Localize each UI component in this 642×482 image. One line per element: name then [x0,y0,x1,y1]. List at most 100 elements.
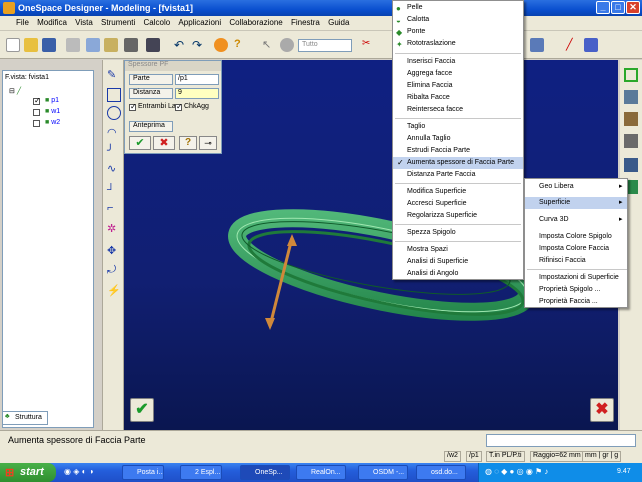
redo-icon[interactable]: ↷ [192,38,206,52]
menu-item-spezza-spigolo[interactable]: Spezza Spigolo [393,227,523,239]
rectangle-icon[interactable] [107,88,121,102]
menu-item-elimina-faccia[interactable]: Elimina Faccia [393,80,523,92]
rotate-icon[interactable]: ⤾ [107,264,121,278]
pin-icon[interactable]: ⊸ [199,136,217,150]
submenu-item-colore-faccia[interactable]: Imposta Colore Faccia [525,243,627,255]
confirm-check-icon[interactable]: ✔ [129,136,151,150]
menu-item-inserisci-faccia[interactable]: Inserisci Faccia [393,56,523,68]
menu-item-aggrega-facce[interactable]: Aggrega facce [393,68,523,80]
submenu-item-proprieta-faccia[interactable]: Proprietà Faccia ... [525,296,627,308]
info-icon[interactable] [214,38,228,52]
command-input[interactable] [486,434,636,447]
part-field[interactable]: /p1 [175,74,219,85]
view-wire-icon[interactable] [624,134,638,148]
view-box-icon[interactable] [624,68,638,82]
task-osd-doc[interactable]: osd.do... [416,465,466,480]
task-osdm[interactable]: OSDM -... [358,465,408,480]
menu-item-calotta[interactable]: Calotta [393,14,523,26]
menu-strumenti[interactable]: Strumenti [98,16,138,29]
distance-field[interactable]: 9 [175,88,219,99]
task-posta[interactable]: Posta i... [122,465,164,480]
undo-icon[interactable]: ↶ [174,38,188,52]
menu-item-rototraslazione[interactable]: Rototraslazione [393,38,523,50]
task-onespace[interactable]: OneSp... [240,465,290,480]
new-icon[interactable] [6,38,20,52]
menu-item-aumenta-spessore[interactable]: Aumenta spessore di Faccia Parte [393,157,523,169]
task-esplora[interactable]: 2 Espl... [180,465,222,480]
submenu-item-colore-spigolo[interactable]: Imposta Colore Spigolo [525,231,627,243]
view-icon[interactable] [530,38,544,52]
preview-button[interactable]: Anteprima [129,121,173,132]
measure-icon[interactable]: ✂ [362,38,376,52]
delete-icon[interactable] [66,38,80,52]
filter-icon[interactable] [280,38,294,52]
both-checkbox[interactable]: ✓ [129,102,137,111]
pattern-icon[interactable]: ✲ [107,222,121,236]
submenu-item-geo-libera[interactable]: Geo Libera [525,181,627,193]
menu-item-distanza-parte-faccia[interactable]: Distanza Parte Faccia [393,169,523,181]
move-icon[interactable]: ✥ [107,244,121,258]
menu-applicazioni[interactable]: Applicazioni [175,16,224,29]
view-iso-icon[interactable] [624,90,638,104]
menu-item-annulla-taglio[interactable]: Annulla Taglio [393,133,523,145]
pen-icon[interactable]: ✎ [107,68,121,82]
tree-item-w1[interactable]: ■ w1 [45,108,60,115]
task-realone[interactable]: RealOn... [296,465,346,480]
reject-button[interactable]: ✖ [590,398,614,422]
copy-icon[interactable] [86,38,100,52]
menu-item-mostra-spazi[interactable]: Mostra Spazi [393,244,523,256]
minimize-button[interactable]: _ [596,1,610,14]
tray-icons[interactable]: ◍ ◌ ◆ ● ◎ ◉ ⚑ ♪ [485,467,548,476]
menu-file[interactable]: File [0,16,32,29]
tree-checkbox-w1[interactable] [33,109,40,116]
open-icon[interactable] [24,38,38,52]
menu-item-ribalta-facce[interactable]: Ribalta Facce [393,92,523,104]
submenu-item-proprieta-spigolo[interactable]: Proprietà Spigolo ... [525,284,627,296]
tree-item-w2[interactable]: ■ w2 [45,119,60,126]
trim-icon[interactable]: ┘ [107,184,121,198]
line-icon[interactable]: ╱ [566,38,580,52]
cancel-x-icon[interactable]: ✖ [153,136,175,150]
submenu-item-curva-3d[interactable]: Curva 3D [525,214,627,226]
paste-icon[interactable] [104,38,118,52]
menu-modifica[interactable]: Modifica [34,16,70,29]
start-button[interactable]: ⊞ start [0,463,56,482]
menu-item-estrudi-faccia[interactable]: Estrudi Faccia Parte [393,145,523,157]
mirror-icon[interactable]: ⚡ [107,284,121,298]
settings-icon[interactable] [146,38,160,52]
tree-checkbox-w2[interactable] [33,120,40,127]
menu-item-accresci-superficie[interactable]: Accresci Superficie [393,198,523,210]
menu-item-reinterseca-facce[interactable]: Reinterseca facce [393,104,523,116]
help-icon[interactable]: ? [234,38,248,52]
view-shade-icon[interactable] [624,112,638,126]
arc-icon[interactable]: ◠ [107,126,121,140]
submenu-item-superficie[interactable]: Superficie [525,197,627,209]
menu-item-analisi-angolo[interactable]: Analisi di Angolo [393,268,523,280]
tree-item-p1[interactable]: ■ p1 [45,97,59,104]
distance-label-button[interactable]: Distanza [129,88,173,99]
fillet-icon[interactable]: ╯ [107,144,121,158]
select-arrow-icon[interactable]: ↖ [262,38,276,52]
close-button[interactable]: ✕ [626,1,640,14]
menu-collaborazione[interactable]: Collaborazione [226,16,285,29]
spline-icon[interactable]: ∿ [107,162,121,176]
dialog-help-icon[interactable]: ? [179,136,197,150]
tab-structure[interactable]: ♣ Struttura [2,411,48,425]
quicklaunch[interactable]: ◉ ◈ ◐ ◑ [64,467,116,478]
menu-item-taglio[interactable]: Taglio [393,121,523,133]
menu-item-modifica-superficie[interactable]: Modifica Superficie [393,186,523,198]
offset-icon[interactable]: ⌐ [107,202,121,216]
menu-item-analisi-superficie[interactable]: Analisi di Superficie [393,256,523,268]
submenu-item-rifinisci-faccia[interactable]: Rifinisci Faccia [525,255,627,267]
part-label-button[interactable]: Parte [129,74,173,85]
menu-item-pelle[interactable]: Pelle [393,2,523,14]
view-front-icon[interactable] [624,158,638,172]
submenu-item-impostazioni-superficie[interactable]: Impostazioni di Superficie [525,272,627,284]
accept-button[interactable]: ✔ [130,398,154,422]
menu-vista[interactable]: Vista [72,16,96,29]
circle-icon[interactable] [107,106,121,120]
menu-finestra[interactable]: Finestra [288,16,323,29]
menu-calcolo[interactable]: Calcolo [141,16,174,29]
filter-dropdown[interactable]: Tutto [298,39,352,52]
maximize-button[interactable]: □ [611,1,625,14]
